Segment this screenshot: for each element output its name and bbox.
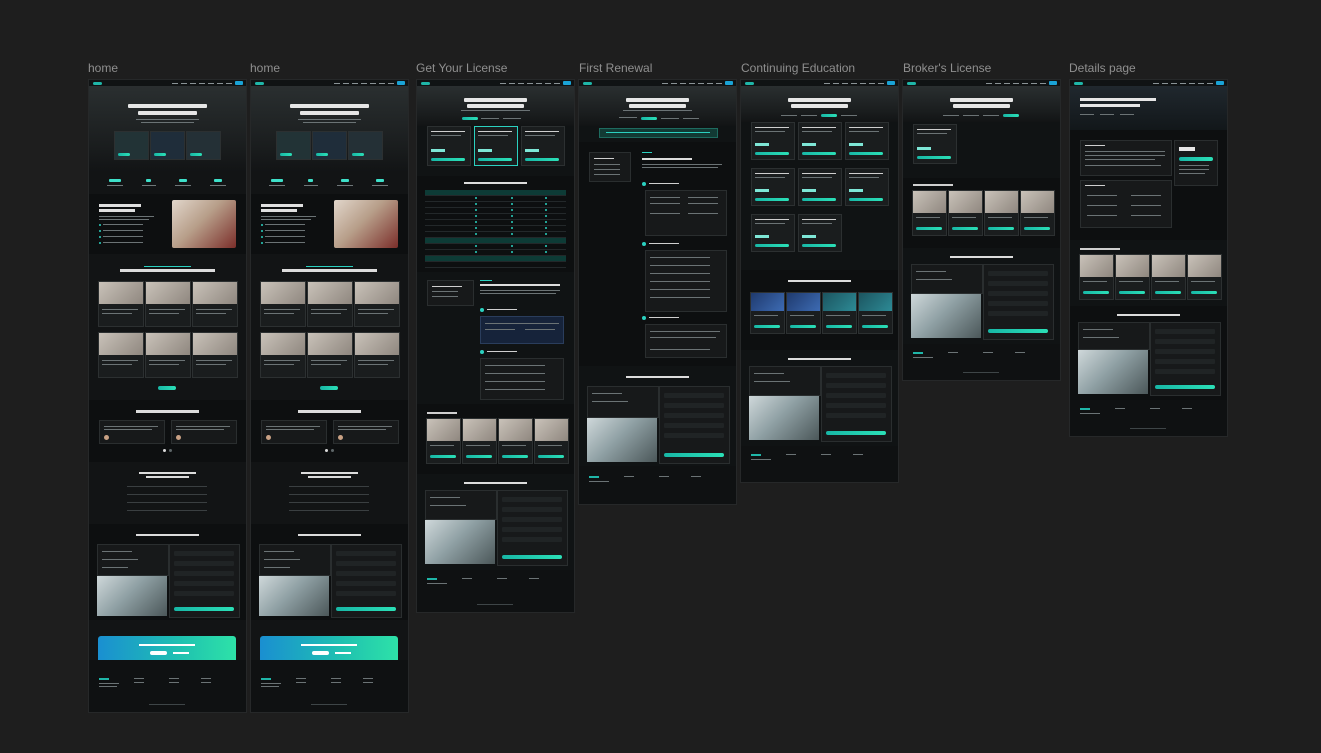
frame-label-details-page[interactable]: Details page	[1069, 61, 1136, 75]
guides-section	[89, 254, 246, 400]
frame-details-page[interactable]	[1070, 80, 1227, 436]
frame-first-renewal[interactable]	[579, 80, 736, 504]
frame-label-continuing-education[interactable]: Continuing Education	[741, 61, 855, 75]
hero-title-line	[137, 111, 198, 115]
guide-card	[98, 332, 144, 378]
hero-title-line	[128, 104, 207, 108]
hero-subtext	[140, 122, 195, 123]
contact-photo	[97, 576, 167, 616]
frame-label-brokers-license[interactable]: Broker's License	[903, 61, 991, 75]
frame-label-first-renewal[interactable]: First Renewal	[579, 61, 652, 75]
frame-brokers-license[interactable]	[903, 80, 1060, 380]
design-canvas: home home Get Your License First Renewal…	[0, 0, 1321, 753]
hero-section	[89, 86, 246, 172]
guide-card	[145, 332, 191, 378]
footer	[89, 660, 246, 712]
guide-card	[98, 281, 144, 327]
hero-course-card	[114, 131, 149, 160]
guide-card	[192, 281, 238, 327]
hero-subtext	[136, 119, 199, 120]
frame-label-home-2[interactable]: home	[250, 61, 280, 75]
nav-links	[172, 82, 232, 84]
ce-course-grid	[741, 122, 898, 270]
guide-card	[145, 281, 191, 327]
benefits-photo	[172, 200, 236, 248]
frame-home-2[interactable]	[251, 80, 408, 712]
guide-card	[192, 332, 238, 378]
frame-label-home-1[interactable]: home	[88, 61, 118, 75]
logo-icon	[93, 81, 102, 85]
frame-get-license[interactable]	[417, 80, 574, 612]
cta-section	[89, 620, 246, 664]
contact-section	[89, 524, 246, 620]
frame-home-1[interactable]	[89, 80, 246, 712]
hero-course-card	[150, 131, 185, 160]
frame-continuing-education[interactable]	[741, 80, 898, 482]
faq-section	[89, 462, 246, 524]
nav-button	[235, 81, 243, 85]
guides-more-button	[158, 386, 176, 390]
hero-course-card	[186, 131, 221, 160]
frame-label-get-license[interactable]: Get Your License	[416, 61, 507, 75]
stats-bar	[89, 172, 246, 194]
testimonials-section	[89, 400, 246, 462]
benefits-section	[89, 194, 246, 254]
